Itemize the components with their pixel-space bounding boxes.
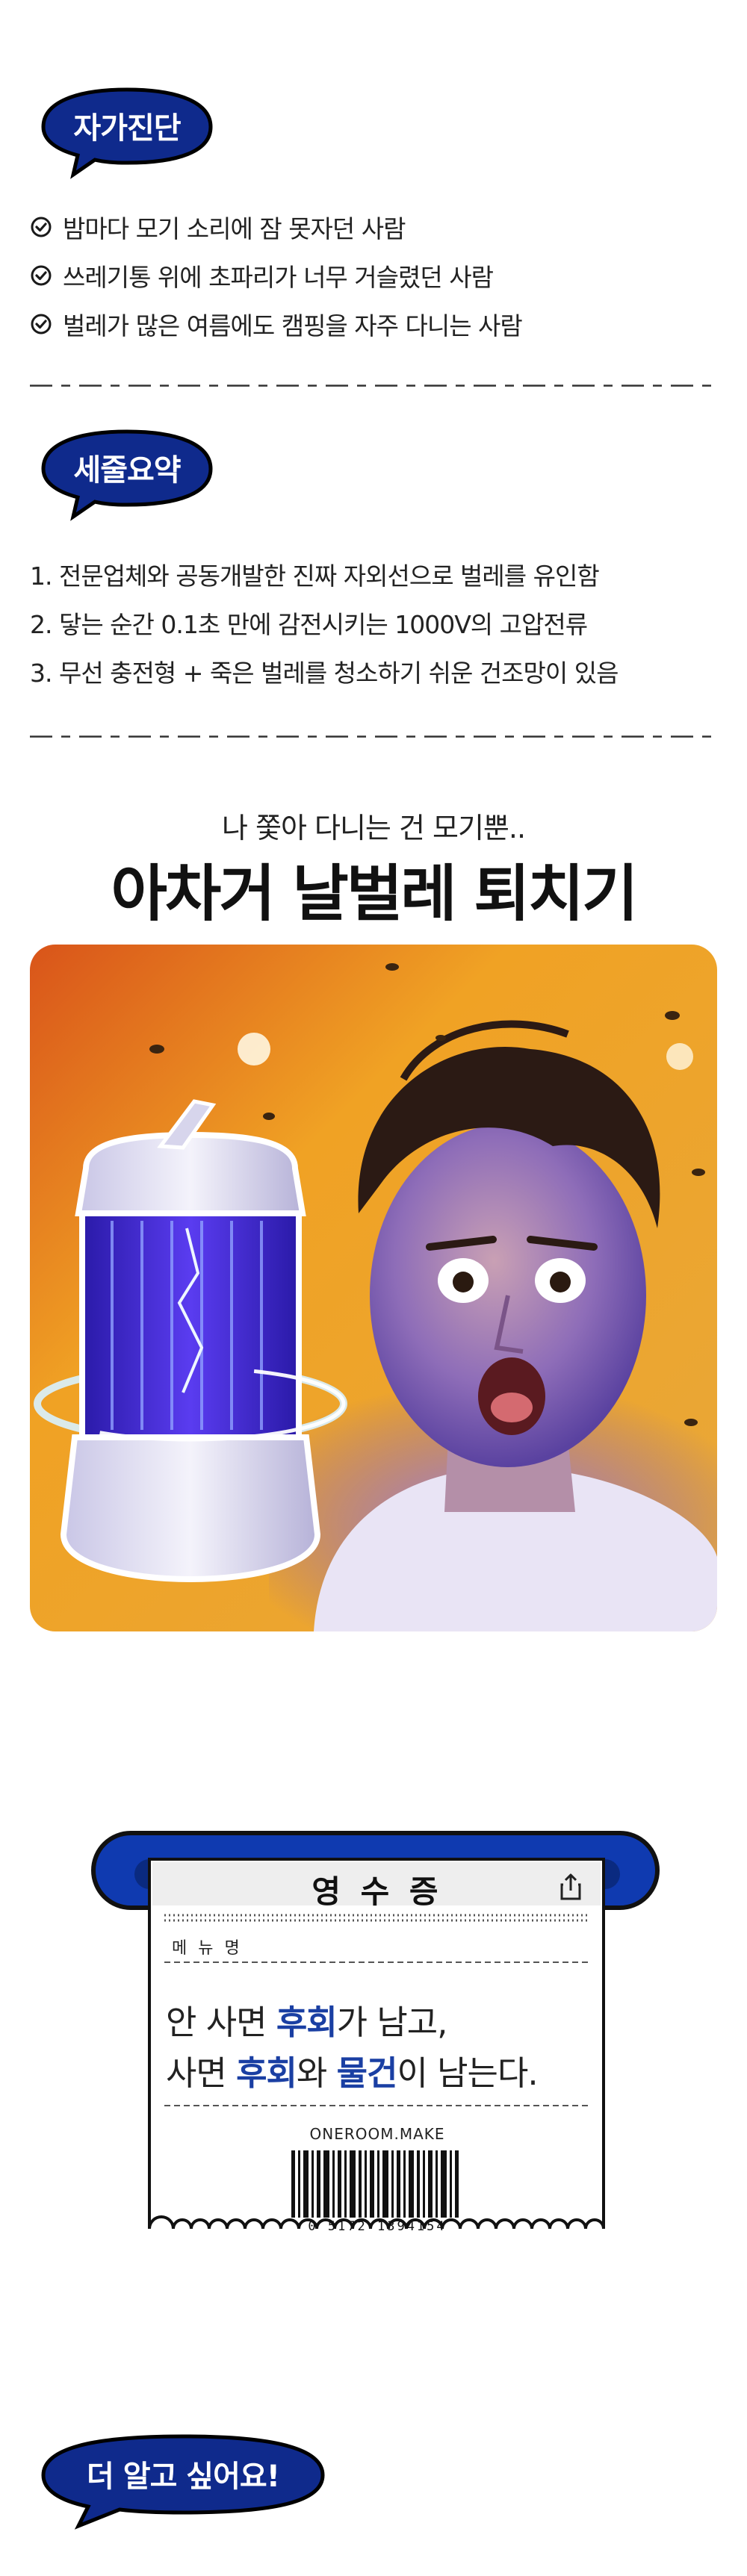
product-photo (30, 945, 717, 1631)
receipt-line-2-a: 사면 (166, 2053, 237, 2093)
summary-item: 2. 닿는 순간 0.1초 만에 감전시키는 1000V의 고압전류 (30, 610, 588, 639)
summary-label: 세줄요약 (73, 453, 181, 488)
receipt-title: 영 수 증 (311, 1873, 443, 1910)
learn-more-label[interactable]: 더 알고 싶어요! (37, 2430, 329, 2517)
barcode-number: 0 5172 1394154 (308, 2219, 447, 2234)
summary-item: 1. 전문업체와 공동개발한 진짜 자외선으로 벌레를 유인함 (30, 561, 600, 591)
receipt-line-2-highlight-1: 후회 (236, 2053, 297, 2093)
check-item-text: 쓰레기통 위에 초파리가 너무 거슬렸던 사람 (63, 263, 494, 292)
receipt-menu-label: 메 뉴 명 (172, 1939, 243, 1958)
dashed-divider (30, 735, 717, 738)
summary-item: 3. 무선 충전형 + 죽은 벌레를 청소하기 쉬운 건조망이 있음 (30, 659, 619, 688)
check-item: 벌레가 많은 여름에도 캠핑을 자주 다니는 사람 (30, 306, 523, 342)
share-icon[interactable] (559, 1873, 583, 1901)
check-item: 밤마다 모기 소리에 잠 못자던 사람 (30, 209, 406, 245)
dashed-divider (30, 385, 717, 387)
receipt-line-1-highlight: 후회 (276, 2003, 338, 2042)
receipt-line-2-c: 와 (296, 2053, 337, 2093)
summary-bubble: 세줄요약 (37, 426, 217, 523)
receipt-line-2-highlight-2: 물건 (336, 2053, 398, 2093)
receipt-line-2: 사면 후회와 물건이 남는다. (166, 2046, 539, 2094)
receipt-line-2-e: 이 남는다. (397, 2053, 538, 2093)
check-item: 쓰레기통 위에 초파리가 너무 거슬렸던 사람 (30, 258, 494, 293)
receipt-line-1-a: 안 사면 (166, 2003, 276, 2042)
hero-subtitle: 나 쫓아 다니는 건 모기뿐.. (221, 812, 526, 844)
check-item-text: 밤마다 모기 소리에 잠 못자던 사람 (63, 214, 406, 243)
check-circle-icon (31, 217, 52, 237)
check-circle-icon (31, 314, 52, 335)
receipt-line-1-c: 가 남고, (336, 2003, 448, 2042)
learn-more-bubble[interactable]: 더 알고 싶어요! (37, 2430, 329, 2531)
check-circle-icon (31, 265, 52, 286)
self-check-bubble: 자가진단 (37, 84, 217, 181)
self-check-label: 자가진단 (73, 111, 181, 146)
hero-title: 아차거 날벌레 퇴치기 (111, 859, 638, 930)
hero-image (30, 945, 717, 1631)
check-item-text: 벌레가 많은 여름에도 캠핑을 자주 다니는 사람 (63, 311, 523, 340)
receipt-line-1: 안 사면 후회가 남고, (166, 1995, 447, 2044)
receipt-brand: ONEROOM.MAKE (309, 2125, 445, 2143)
